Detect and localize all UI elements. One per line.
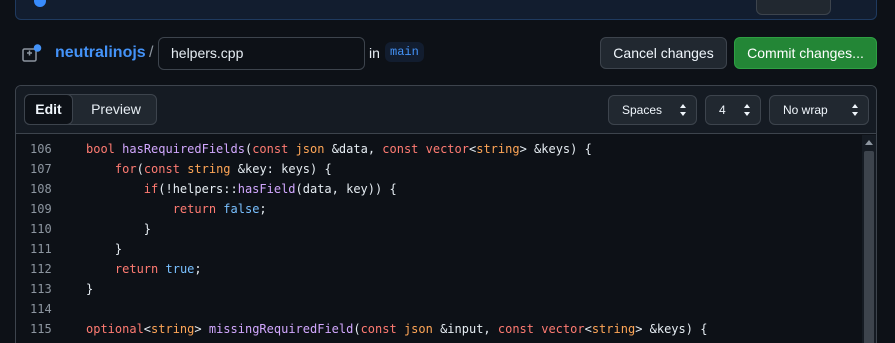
- code-line: 114: [16, 299, 861, 319]
- filename-input[interactable]: helpers.cpp: [158, 37, 365, 70]
- editor-tabs: Edit Preview: [24, 94, 157, 125]
- vertical-scrollbar[interactable]: [862, 135, 876, 343]
- repo-link[interactable]: neutralinojs: [55, 44, 146, 62]
- code-text: optional<string> missingRequiredField(co…: [86, 322, 708, 336]
- scrollbar-thumb[interactable]: [864, 151, 874, 343]
- commit-changes-button[interactable]: Commit changes...: [734, 37, 877, 69]
- indent-mode-value: Spaces: [622, 103, 663, 117]
- tab-preview[interactable]: Preview: [79, 95, 153, 124]
- line-number: 111: [30, 242, 52, 256]
- code-text: }: [86, 222, 152, 236]
- line-number: 109: [30, 202, 52, 216]
- code-line: 106 bool hasRequiredFields(const json &da…: [16, 139, 861, 159]
- line-number: 115: [30, 322, 52, 336]
- code-text: return false;: [172, 202, 267, 216]
- code-line: 110 }: [16, 219, 861, 239]
- tab-edit[interactable]: Edit: [24, 94, 73, 125]
- code-area[interactable]: 106 bool hasRequiredFields(const json &da…: [16, 135, 876, 343]
- branch-badge: main: [385, 42, 424, 62]
- line-number: 107: [30, 162, 52, 176]
- editor-toolbar: Edit Preview Spaces 4 No wrap: [16, 86, 876, 134]
- indent-size-select[interactable]: 4: [705, 95, 761, 125]
- line-number: 114: [30, 302, 52, 316]
- code-line: 111 }: [16, 239, 861, 259]
- code-line: 108 if(!helpers::hasField(data, key)) {: [16, 179, 861, 199]
- line-number: 112: [30, 262, 52, 276]
- code-text: for(const string &key: keys) {: [114, 162, 332, 176]
- code-line: 115 optional<string> missingRequiredField…: [16, 319, 861, 339]
- indent-size-value: 4: [719, 103, 726, 117]
- banner-button[interactable]: [756, 0, 831, 15]
- select-arrows-icon: [852, 104, 858, 116]
- code-text: }: [86, 282, 94, 296]
- scroll-up-icon[interactable]: [865, 140, 873, 145]
- select-arrows-icon: [680, 104, 686, 116]
- code-line: 113}: [16, 279, 861, 299]
- line-number: 106: [30, 142, 52, 156]
- line-number: 113: [30, 282, 52, 296]
- info-icon: [34, 0, 46, 7]
- code-text: }: [86, 242, 123, 256]
- code-text: bool hasRequiredFields(const json &data,…: [86, 142, 592, 156]
- line-number: 110: [30, 222, 52, 236]
- code-text: return true;: [114, 262, 202, 276]
- code-line: 107 for(const string &key: keys) {: [16, 159, 861, 179]
- code-line: 109 return false;: [16, 199, 861, 219]
- line-number: 108: [30, 182, 52, 196]
- in-label: in: [369, 45, 380, 61]
- select-arrows-icon: [744, 104, 750, 116]
- path-separator: /: [149, 44, 154, 61]
- indent-mode-select[interactable]: Spaces: [608, 95, 697, 125]
- file-diff-icon: [22, 44, 42, 62]
- code-text: if(!helpers::hasField(data, key)) {: [143, 182, 397, 196]
- notification-banner: [15, 0, 877, 20]
- wrap-mode-value: No wrap: [783, 103, 828, 117]
- code-editor: Edit Preview Spaces 4 No wrap 106 bool ha…: [15, 85, 877, 343]
- wrap-mode-select[interactable]: No wrap: [769, 95, 869, 125]
- editor-header: neutralinojs / helpers.cpp in main Cance…: [0, 36, 895, 70]
- cancel-changes-button[interactable]: Cancel changes: [600, 37, 727, 69]
- code-line: 112 return true;: [16, 259, 861, 279]
